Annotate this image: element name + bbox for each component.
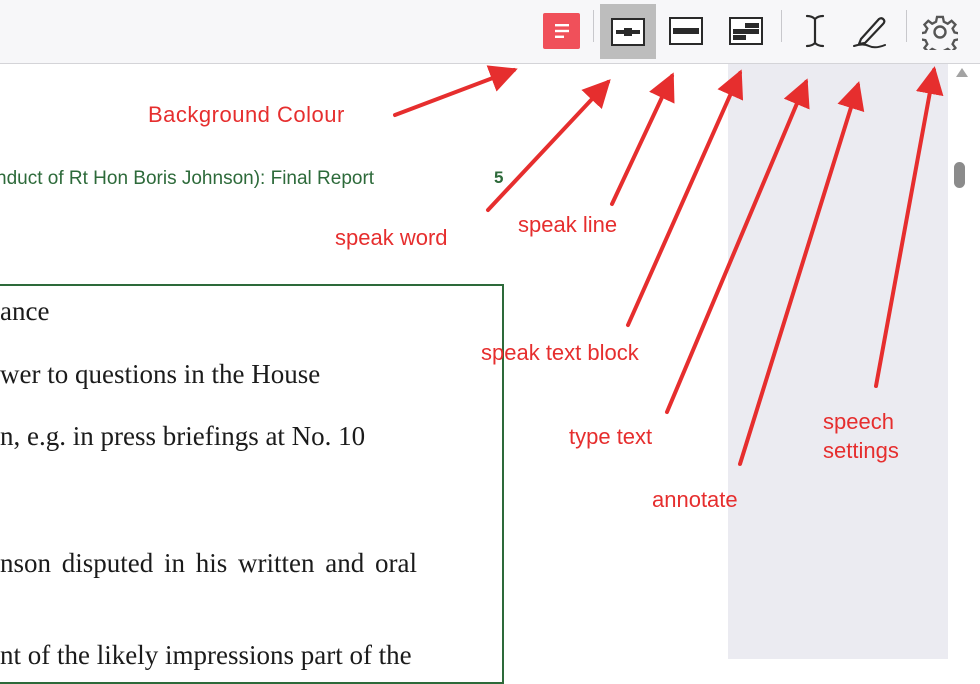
arrow-annotate	[738, 81, 865, 466]
annotation-arrows	[393, 65, 944, 466]
arrow-speech-settings	[874, 66, 944, 388]
annotation-speak-line: speak line	[518, 212, 618, 237]
arrow-speak-text-block	[626, 69, 744, 327]
annotation-type-text: type text	[569, 424, 653, 449]
arrow-type-text	[665, 78, 810, 414]
annotation-speak-word: speak word	[335, 225, 448, 250]
annotation-speech-settings-line2: settings	[823, 438, 899, 463]
annotation-speak-text-block: speak text block	[481, 340, 639, 365]
annotation-background-colour: Background Colour	[148, 102, 345, 127]
annotation-annotate: annotate	[652, 487, 738, 512]
arrow-speak-word	[486, 79, 611, 212]
annotation-speech-settings-line1: speech	[823, 409, 894, 434]
arrow-background-colour	[393, 65, 518, 117]
arrow-speak-line	[610, 72, 675, 206]
